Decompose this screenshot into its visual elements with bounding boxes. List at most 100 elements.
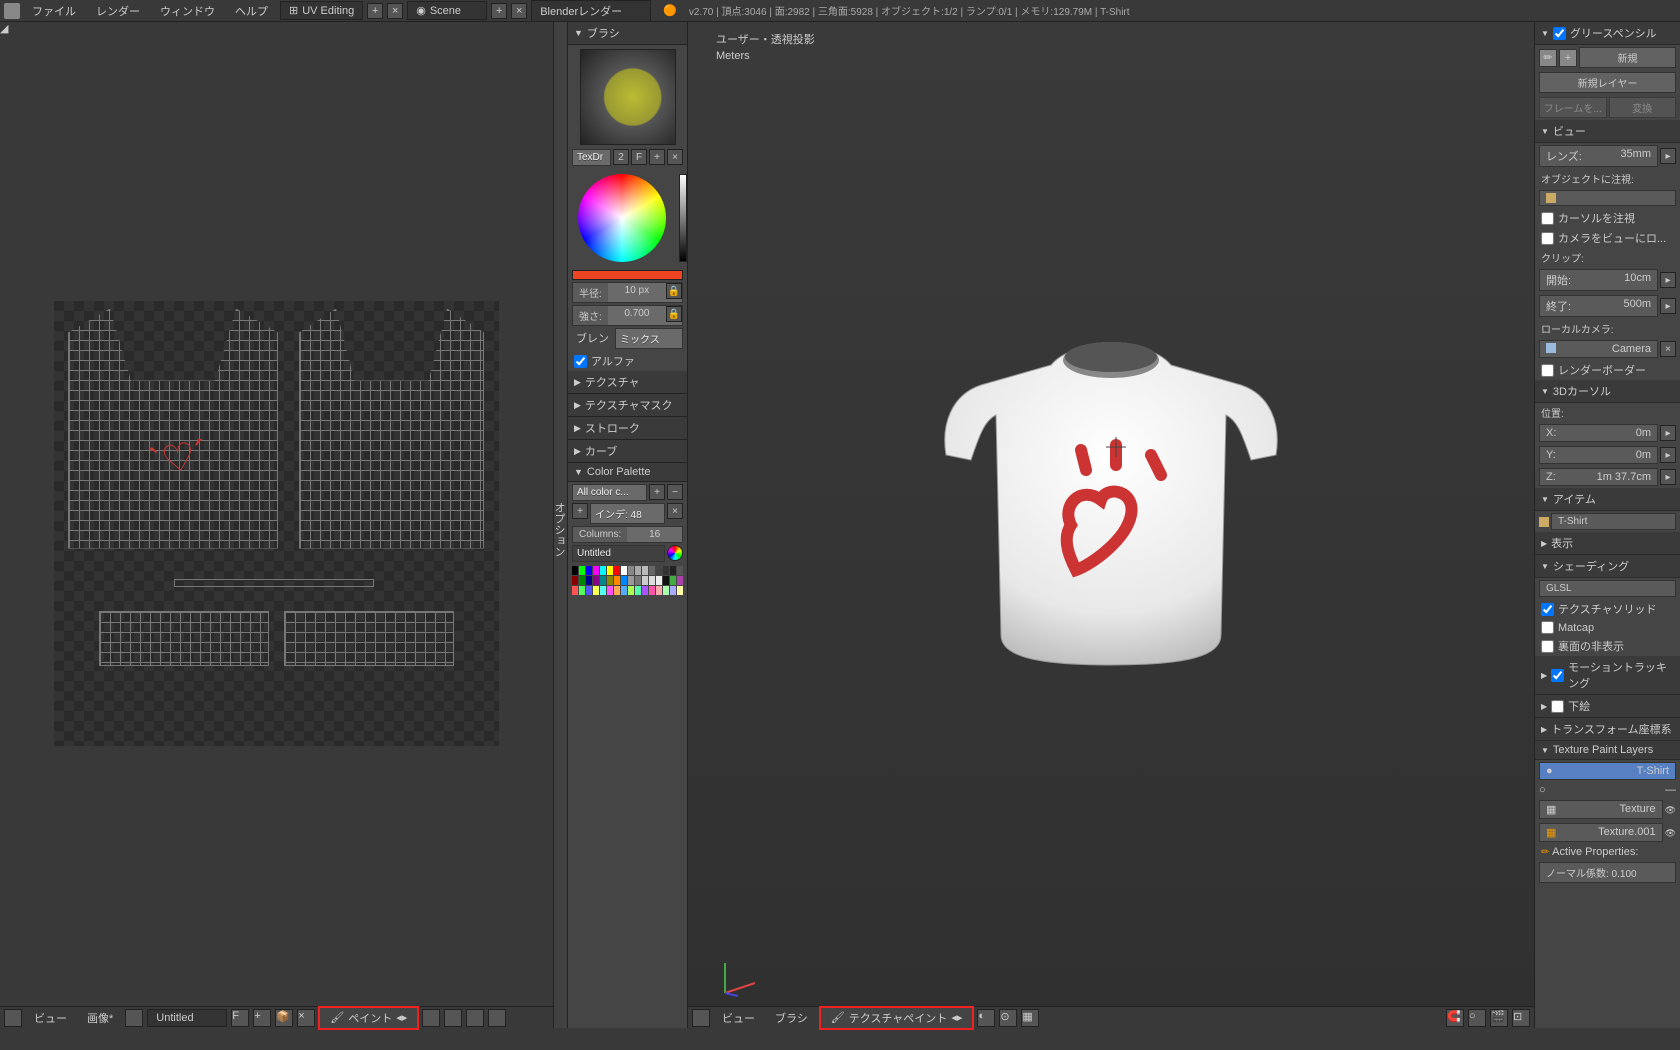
image-add-button[interactable]: + — [253, 1009, 271, 1027]
cursor-y-field[interactable]: Y:0m — [1539, 446, 1658, 464]
color-swatch[interactable] — [572, 586, 578, 595]
color-swatch[interactable] — [621, 576, 627, 585]
brush-add[interactable]: + — [649, 149, 665, 165]
overlay-icon[interactable]: ⊡ — [1512, 1009, 1530, 1027]
3d-menu-view[interactable]: ビュー — [714, 1008, 763, 1028]
color-swatch[interactable] — [642, 586, 648, 595]
palette-remove[interactable]: − — [667, 484, 683, 500]
color-swatch[interactable] — [572, 576, 578, 585]
pivot-icon[interactable]: ⊙ — [999, 1009, 1017, 1027]
uv-menu-image[interactable]: 画像* — [79, 1008, 121, 1028]
image-browse-icon[interactable] — [125, 1009, 143, 1027]
panel-texture-paint-layers[interactable]: ▼Texture Paint Layers — [1535, 741, 1680, 760]
value-slider[interactable] — [679, 174, 687, 262]
alpha-checkbox[interactable]: アルファ — [568, 351, 687, 371]
uv-toolbar-icon-3[interactable] — [466, 1009, 484, 1027]
editor-type-icon[interactable] — [4, 1009, 22, 1027]
textured-solid-checkbox[interactable]: テクスチャソリッド — [1535, 599, 1680, 619]
visibility-icon[interactable] — [1665, 804, 1676, 816]
color-swatch[interactable] — [586, 586, 592, 595]
color-swatch[interactable] — [607, 566, 613, 575]
color-swatch[interactable] — [628, 576, 634, 585]
gp-new-layer-button[interactable]: 新規レイヤー — [1539, 72, 1676, 93]
panel-background-images[interactable]: ▶下絵 — [1535, 695, 1680, 718]
scene-selector[interactable]: ◉Scene — [407, 1, 487, 20]
panel-display[interactable]: ▶表示 — [1535, 532, 1680, 555]
color-swatch[interactable] — [663, 586, 669, 595]
panel-view[interactable]: ▼ビュー — [1535, 120, 1680, 143]
blend-mode-selector[interactable]: ミックス — [615, 328, 683, 349]
editor-type-3d-icon[interactable] — [692, 1009, 710, 1027]
color-swatch[interactable] — [628, 566, 634, 575]
image-unlink-button[interactable]: × — [297, 1009, 315, 1027]
palette-color-icon[interactable] — [667, 545, 683, 561]
section-texture-mask[interactable]: ▶テクスチャマスク — [568, 394, 687, 417]
glsl-selector[interactable]: GLSL — [1539, 580, 1676, 597]
image-fake-user-button[interactable]: F — [231, 1009, 249, 1027]
blender-logo-icon[interactable] — [4, 3, 20, 19]
color-swatch[interactable] — [649, 576, 655, 585]
section-texture[interactable]: ▶テクスチャ — [568, 371, 687, 394]
brush-fake-user[interactable]: F — [631, 149, 647, 165]
panel-motion-tracking[interactable]: ▶モーショントラッキング — [1535, 656, 1680, 695]
color-swatch[interactable] — [677, 586, 683, 595]
color-swatch[interactable] — [600, 576, 606, 585]
color-swatch[interactable] — [621, 586, 627, 595]
color-swatch[interactable] — [586, 576, 592, 585]
cursor-x-field[interactable]: X:0m — [1539, 424, 1658, 442]
color-swatch[interactable] — [649, 586, 655, 595]
color-swatch[interactable] — [593, 576, 599, 585]
brush-name-field[interactable]: TexDr — [572, 149, 611, 166]
color-swatch[interactable] — [579, 576, 585, 585]
local-camera-field[interactable]: Camera — [1539, 340, 1658, 358]
color-swatch[interactable] — [642, 576, 648, 585]
item-name-field[interactable]: T-Shirt — [1551, 513, 1676, 530]
color-swatch[interactable] — [663, 576, 669, 585]
palette-add[interactable]: + — [649, 484, 665, 500]
color-swatch[interactable] — [628, 586, 634, 595]
color-swatch[interactable] — [614, 586, 620, 595]
uv-mode-selector[interactable]: 🖌ペイント◂▸ — [319, 1007, 418, 1029]
panel-grease-pencil[interactable]: ▼グリースペンシル — [1535, 22, 1680, 45]
color-swatch[interactable] — [649, 566, 655, 575]
color-swatch[interactable] — [663, 566, 669, 575]
palette-index-remove[interactable]: × — [667, 503, 683, 519]
lock-cursor-checkbox[interactable]: カーソルを注視 — [1535, 208, 1680, 228]
render-icon[interactable]: 🎬 — [1490, 1009, 1508, 1027]
texture-slot-2[interactable]: ▦Texture.001 — [1539, 823, 1663, 842]
lock-camera-checkbox[interactable]: カメラをビューにロ... — [1535, 228, 1680, 248]
uv-toolbar-icon-2[interactable] — [444, 1009, 462, 1027]
lock-object-field[interactable] — [1539, 190, 1676, 206]
visibility-icon[interactable] — [1665, 827, 1676, 839]
menu-help[interactable]: ヘルプ — [227, 1, 276, 21]
screen-layout-selector[interactable]: ⊞UV Editing — [280, 1, 363, 20]
proportional-icon[interactable]: ○ — [1468, 1009, 1486, 1027]
color-swatch[interactable] — [677, 576, 683, 585]
snap-icon[interactable]: 🧲 — [1446, 1009, 1464, 1027]
camera-clear-button[interactable]: × — [1660, 341, 1676, 357]
menu-window[interactable]: ウィンドウ — [152, 1, 223, 21]
normal-factor-field[interactable]: ノーマル係数: 0.100 — [1539, 862, 1676, 883]
render-border-checkbox[interactable]: レンダーボーダー — [1535, 360, 1680, 380]
paint-layer-item[interactable]: ●T-Shirt — [1539, 762, 1676, 780]
color-swatch[interactable] — [635, 576, 641, 585]
color-swatch[interactable] — [607, 576, 613, 585]
layers-icon[interactable]: ▦ — [1021, 1009, 1039, 1027]
menu-render[interactable]: レンダー — [88, 1, 148, 21]
color-swatch[interactable] — [670, 586, 676, 595]
color-swatch[interactable] — [642, 566, 648, 575]
palette-columns-field[interactable]: Columns:16 — [572, 526, 683, 543]
gp-new-button[interactable]: 新規 — [1579, 47, 1676, 68]
tool-tabs-column[interactable]: オプション グリースペンシル 作業平面 — [553, 22, 567, 1028]
render-engine-selector[interactable]: Blenderレンダー — [531, 0, 651, 22]
brush-users[interactable]: 2 — [613, 149, 629, 165]
menu-file[interactable]: ファイル — [24, 1, 84, 21]
brush-strength-field[interactable]: 強さ:0.700🔒 — [572, 305, 683, 326]
color-swatch[interactable] — [579, 566, 585, 575]
remove-layout-button[interactable]: × — [387, 3, 403, 19]
section-color-palette[interactable]: ▼Color Palette — [568, 463, 687, 482]
palette-name-field[interactable]: Untitled — [572, 545, 665, 562]
panel-transform-orientations[interactable]: ▶トランスフォーム座標系 — [1535, 718, 1680, 741]
palette-index-field[interactable]: インデ: 48 — [590, 503, 665, 524]
color-swatch[interactable] — [677, 566, 683, 575]
